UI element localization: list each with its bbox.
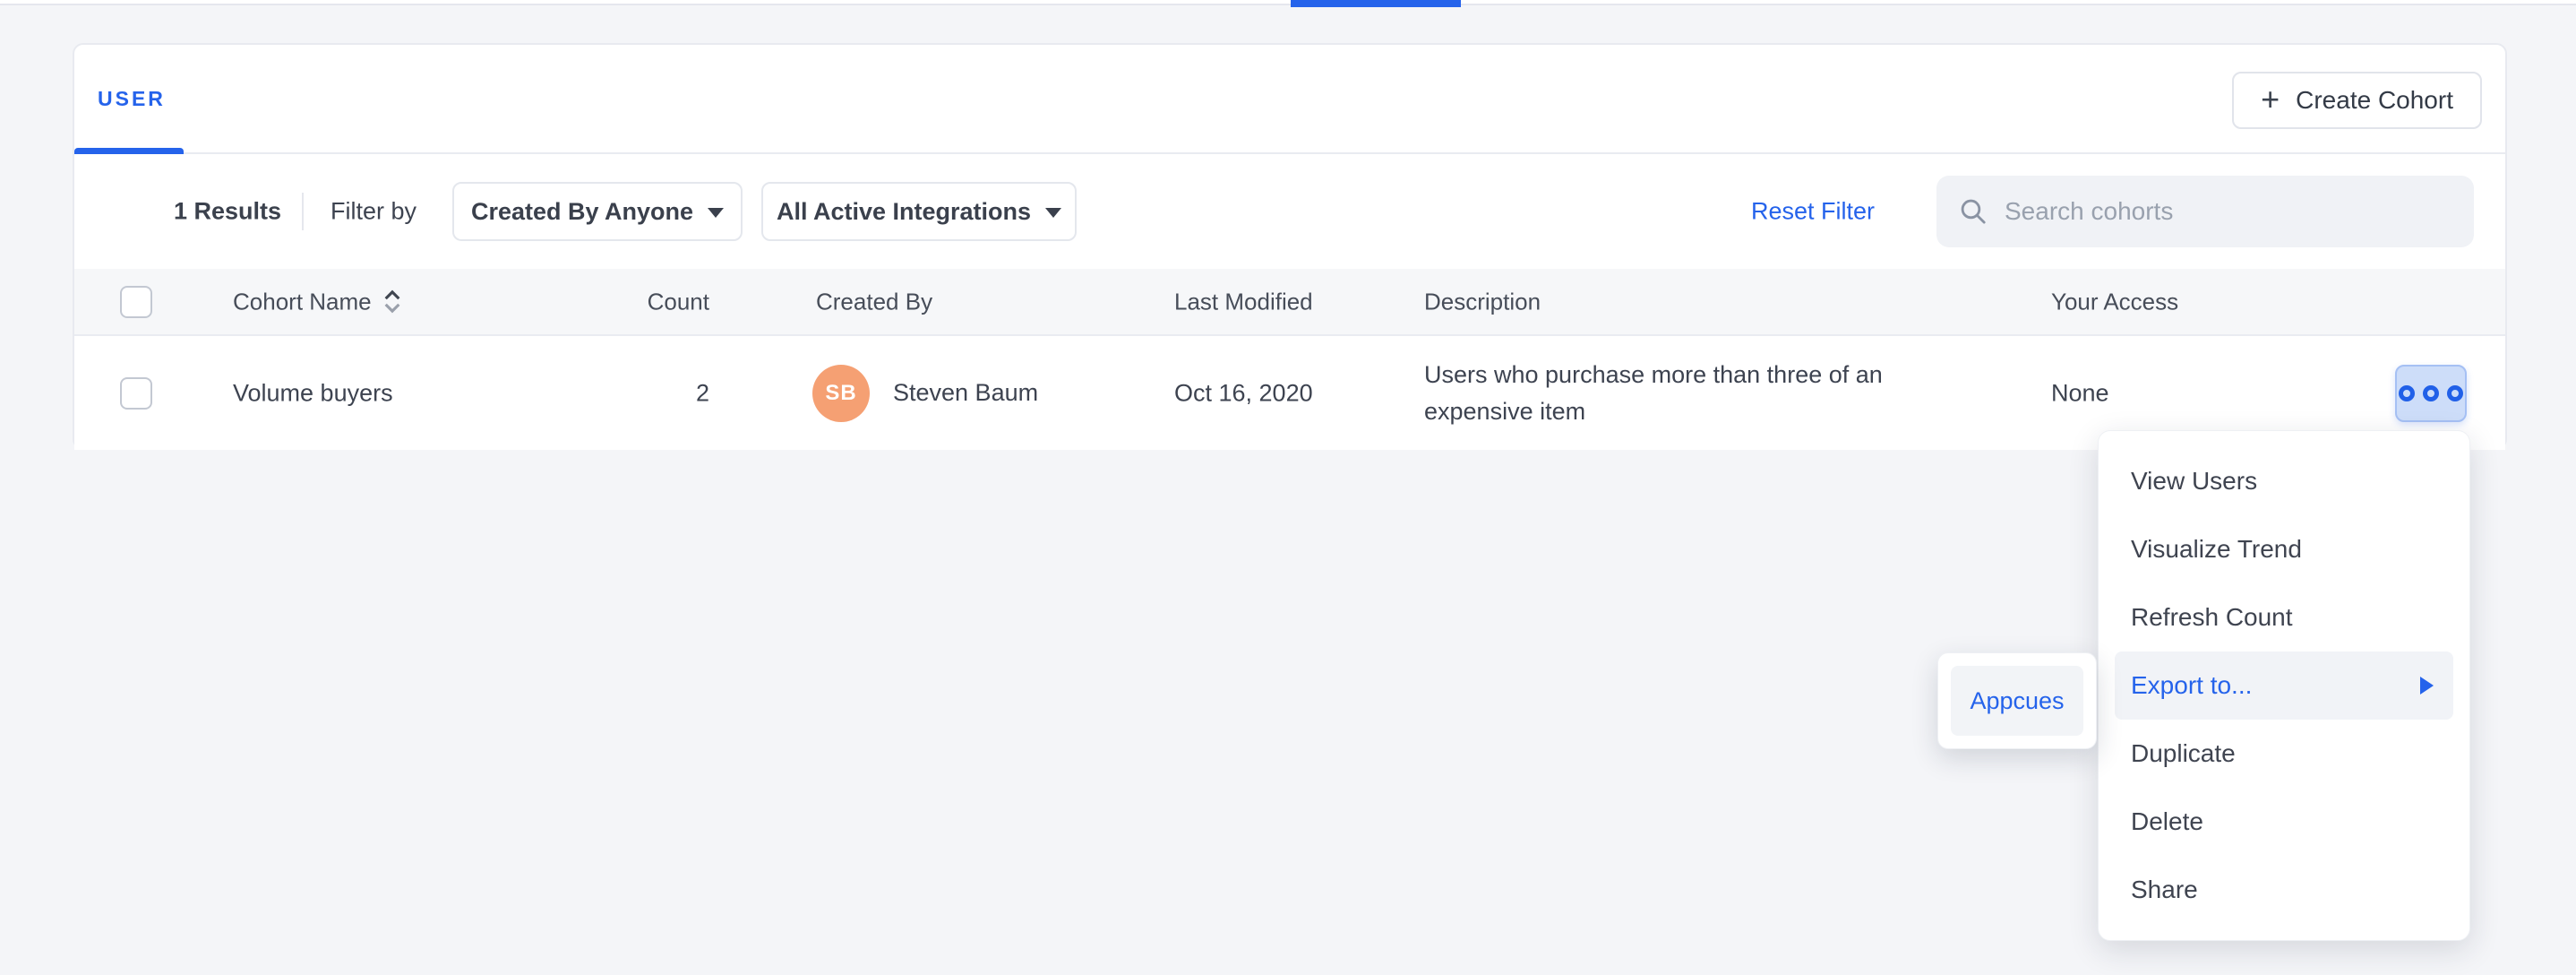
create-cohort-button[interactable]: + Create Cohort bbox=[2232, 72, 2482, 129]
search-icon bbox=[1958, 196, 1988, 227]
export-submenu: Appcues bbox=[1937, 652, 2097, 749]
tabs-row: USER + Create Cohort bbox=[74, 45, 2505, 154]
context-menu: View Users Visualize Trend Refresh Count… bbox=[2098, 430, 2470, 941]
created-by-dropdown[interactable]: Created By Anyone bbox=[452, 182, 743, 241]
creator-name: Steven Baum bbox=[893, 379, 1038, 407]
table-header: Cohort Name Count Created By Last Modifi… bbox=[74, 269, 2505, 336]
plus-icon: + bbox=[2261, 83, 2280, 116]
active-tab-underline bbox=[74, 148, 184, 154]
column-header-your-access[interactable]: Your Access bbox=[2051, 288, 2178, 315]
menu-item-duplicate[interactable]: Duplicate bbox=[2099, 720, 2469, 788]
reset-filter-link[interactable]: Reset Filter bbox=[1751, 198, 1875, 226]
menu-item-appcues[interactable]: Appcues bbox=[1951, 666, 2083, 736]
cohort-count: 2 bbox=[566, 379, 709, 407]
create-cohort-label: Create Cohort bbox=[2296, 86, 2453, 115]
menu-item-delete[interactable]: Delete bbox=[2099, 788, 2469, 856]
menu-item-refresh-count[interactable]: Refresh Count bbox=[2099, 583, 2469, 651]
menu-item-visualize-trend[interactable]: Visualize Trend bbox=[2099, 515, 2469, 583]
sort-icon[interactable] bbox=[382, 289, 402, 315]
created-by-dropdown-value: Created By Anyone bbox=[471, 198, 693, 226]
created-by-cell: SB Steven Baum bbox=[812, 365, 1038, 422]
top-nav-strip bbox=[0, 0, 2576, 5]
column-header-created-by[interactable]: Created By bbox=[816, 288, 932, 315]
menu-item-export-to[interactable]: Export to... bbox=[2115, 651, 2453, 720]
integrations-dropdown[interactable]: All Active Integrations bbox=[761, 182, 1077, 241]
submenu-arrow-icon bbox=[2420, 677, 2434, 695]
avatar: SB bbox=[812, 365, 870, 422]
filter-bar: 1 Results Filter by Created By Anyone Al… bbox=[74, 154, 2505, 269]
integrations-dropdown-value: All Active Integrations bbox=[777, 198, 1031, 226]
menu-item-share[interactable]: Share bbox=[2099, 856, 2469, 924]
more-dots-icon bbox=[2447, 385, 2463, 401]
column-header-count[interactable]: Count bbox=[566, 288, 709, 315]
active-nav-tab-indicator bbox=[1291, 0, 1461, 7]
chevron-down-icon bbox=[708, 208, 724, 218]
menu-item-view-users[interactable]: View Users bbox=[2099, 447, 2469, 515]
cohort-name-header-label: Cohort Name bbox=[233, 288, 372, 315]
results-count: 1 Results bbox=[174, 198, 281, 226]
menu-item-export-to-label: Export to... bbox=[2131, 671, 2252, 700]
search-cohorts-box[interactable] bbox=[1936, 176, 2474, 247]
select-all-checkbox[interactable] bbox=[120, 286, 152, 318]
vertical-divider bbox=[302, 193, 304, 230]
tab-user[interactable]: USER bbox=[74, 45, 184, 152]
cohort-name-link[interactable]: Volume buyers bbox=[233, 379, 393, 407]
row-checkbox[interactable] bbox=[120, 377, 152, 410]
your-access-value: None bbox=[2051, 379, 2109, 407]
cohorts-card: USER + Create Cohort 1 Results Filter by… bbox=[73, 43, 2507, 450]
tab-user-label: USER bbox=[74, 87, 166, 111]
column-header-last-modified[interactable]: Last Modified bbox=[1174, 288, 1313, 315]
description-value: Users who purchase more than three of an… bbox=[1424, 357, 1944, 430]
search-cohorts-input[interactable] bbox=[2005, 176, 2474, 247]
last-modified-value: Oct 16, 2020 bbox=[1174, 379, 1313, 407]
more-dots-icon bbox=[2423, 385, 2439, 401]
row-actions-button[interactable] bbox=[2395, 365, 2467, 422]
more-dots-icon bbox=[2399, 385, 2415, 401]
column-header-cohort-name[interactable]: Cohort Name bbox=[233, 288, 402, 315]
column-header-description[interactable]: Description bbox=[1424, 288, 1541, 315]
filter-by-label: Filter by bbox=[331, 198, 416, 226]
chevron-down-icon bbox=[1045, 208, 1061, 218]
